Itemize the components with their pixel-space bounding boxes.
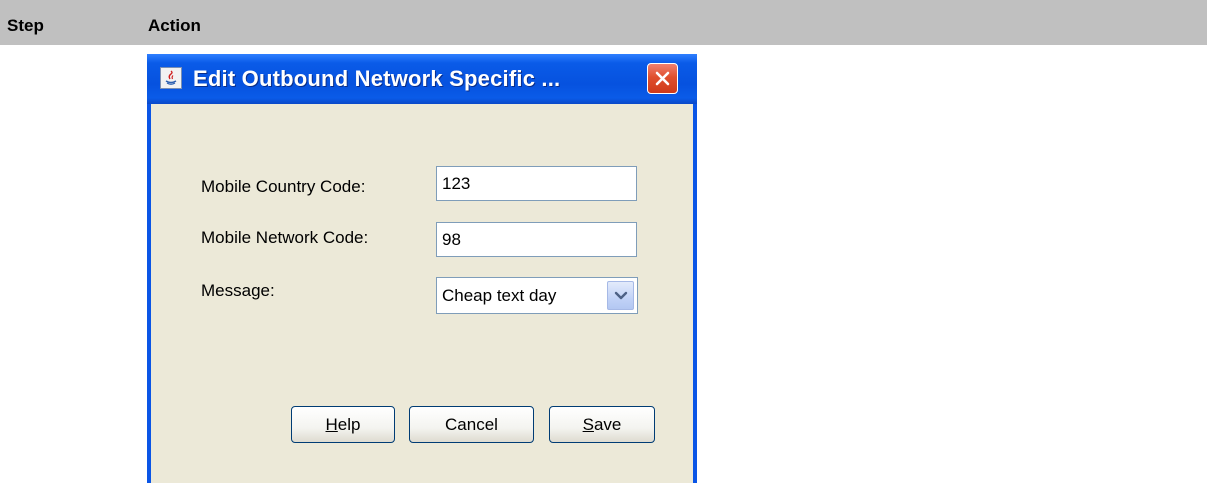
- table-header-row: Step Action: [0, 0, 1207, 45]
- message-dropdown[interactable]: Cheap text day: [436, 277, 638, 314]
- message-label: Message:: [201, 281, 275, 300]
- dialog-title: Edit Outbound Network Specific ...: [193, 66, 561, 91]
- help-button[interactable]: Help: [291, 406, 395, 443]
- message-dropdown-value: Cheap text day: [442, 286, 557, 305]
- mobile-country-code-input[interactable]: [436, 166, 637, 201]
- dialog-titlebar[interactable]: Edit Outbound Network Specific ...: [147, 54, 697, 104]
- action-column-header: Action: [148, 16, 201, 35]
- save-button[interactable]: Save: [549, 406, 655, 443]
- step-column-header: Step: [7, 16, 44, 35]
- save-mnemonic: S: [582, 414, 594, 434]
- close-button[interactable]: [647, 63, 678, 94]
- cancel-button[interactable]: Cancel: [409, 406, 534, 443]
- help-label-rest: elp: [337, 414, 361, 434]
- chevron-down-icon: [614, 291, 627, 299]
- dropdown-arrow-button[interactable]: [607, 281, 634, 310]
- cancel-label: Cancel: [445, 414, 498, 434]
- java-app-icon: [160, 67, 182, 89]
- close-icon: [655, 71, 670, 86]
- help-mnemonic: H: [325, 414, 338, 434]
- mobile-country-code-label: Mobile Country Code:: [201, 177, 366, 196]
- mobile-network-code-input[interactable]: [436, 222, 637, 257]
- mobile-network-code-label: Mobile Network Code:: [201, 228, 369, 247]
- save-label-rest: ave: [593, 414, 622, 434]
